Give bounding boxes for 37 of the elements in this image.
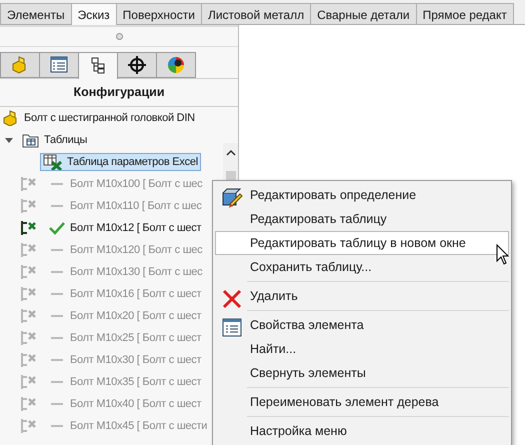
appearance-ball-icon [166, 55, 186, 75]
tree-item[interactable]: Таблица параметров Excel [40, 152, 201, 172]
menu-item[interactable]: Редактировать определение [215, 183, 509, 207]
tab[interactable]: Сварные детали [310, 3, 417, 24]
tab[interactable]: Поверхности [116, 3, 202, 24]
folder-table-icon [22, 132, 40, 148]
tree-item[interactable]: Таблицы [44, 132, 88, 148]
menu-item[interactable]: Редактировать таблицу [215, 207, 509, 231]
menu-item[interactable]: Удалить [215, 284, 509, 308]
menu-item[interactable]: Свойства элемента [215, 313, 509, 337]
list-icon [49, 55, 69, 75]
menu-item[interactable]: Сохранить таблицу... [215, 255, 509, 279]
excel-table-icon [43, 154, 63, 170]
tree-item[interactable]: Болт M10x12 [ Болт с шест [70, 220, 202, 236]
menu-item[interactable]: Редактировать таблицу в новом окне [215, 231, 509, 255]
properties-icon [221, 317, 243, 339]
menu-item[interactable]: Переименовать элемент дерева [215, 390, 509, 414]
crosshair-icon [127, 55, 147, 75]
tab[interactable]: Элементы [0, 3, 72, 24]
panel-tab[interactable] [39, 52, 79, 78]
cursor-icon [496, 244, 510, 266]
menu-item[interactable]: Найти... [215, 337, 509, 361]
edit-icon [221, 187, 243, 209]
tab[interactable]: Эскиз [70, 3, 117, 26]
tab[interactable]: Прямое редакт [416, 3, 514, 24]
menu-item[interactable]: Свернуть элементы [215, 361, 509, 385]
tab[interactable]: Листовой металл [200, 3, 312, 24]
tree-item[interactable]: Болт с шестигранной головкой DIN [24, 110, 195, 126]
panel-title: Конфигурации [0, 78, 238, 107]
panel-tab[interactable] [117, 52, 157, 78]
scroll-up-icon[interactable] [226, 149, 236, 157]
grip-icon[interactable] [116, 33, 122, 40]
menu-item[interactable]: Настройка меню [215, 419, 509, 443]
panel-tab[interactable] [156, 52, 196, 78]
delete-icon [221, 288, 243, 310]
expanded-arrow-icon[interactable] [4, 135, 14, 145]
panel-tab[interactable] [78, 52, 118, 79]
